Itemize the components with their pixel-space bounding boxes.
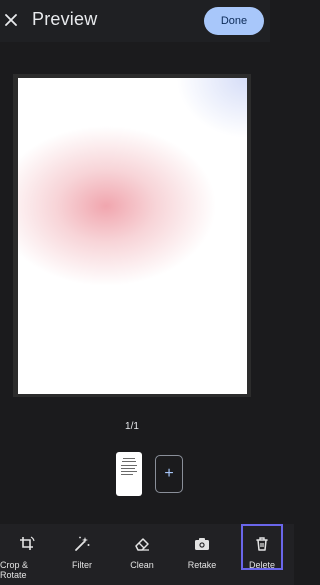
retake-label: Retake <box>187 560 217 570</box>
plus-icon: + <box>164 465 174 482</box>
close-icon <box>5 14 17 26</box>
delete-button[interactable]: Delete <box>241 524 283 570</box>
delete-label: Delete <box>248 560 275 570</box>
crop-rotate-icon <box>18 535 36 553</box>
document-page-preview[interactable] <box>18 78 247 394</box>
filter-label: Filter <box>72 560 92 570</box>
magic-wand-icon <box>73 535 91 553</box>
crop-rotate-button[interactable]: Crop & Rotate <box>0 524 54 580</box>
clean-button[interactable]: Clean <box>122 524 162 570</box>
done-button[interactable]: Done <box>204 7 264 35</box>
trash-icon <box>253 535 271 553</box>
crop-rotate-label: Crop & Rotate <box>0 560 29 580</box>
retake-button[interactable]: Retake <box>180 524 224 570</box>
add-page-button[interactable]: + <box>155 455 183 493</box>
page-title: Preview <box>32 9 98 29</box>
filter-button[interactable]: Filter <box>62 524 102 570</box>
camera-icon <box>193 535 211 553</box>
close-button[interactable] <box>2 8 20 32</box>
eraser-icon <box>133 535 151 553</box>
page-counter: 1/1 <box>125 421 139 432</box>
clean-label: Clean <box>130 560 154 570</box>
page-thumbnail[interactable] <box>116 452 142 496</box>
